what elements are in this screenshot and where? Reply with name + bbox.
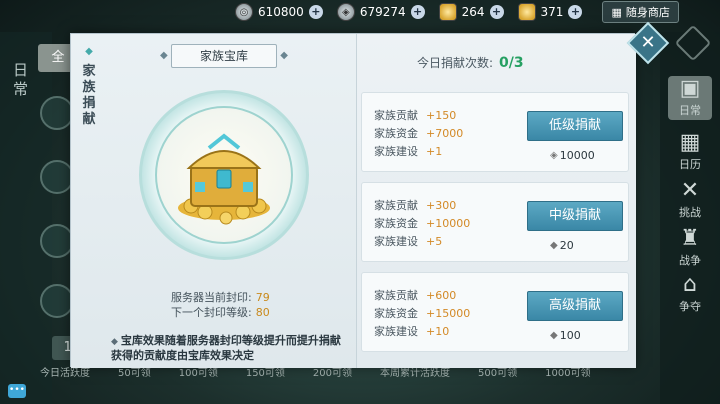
currency-silver: ◎ 610800 + xyxy=(235,3,331,21)
tier-cost: ◈ 10000 xyxy=(550,149,595,162)
add-silver-button[interactable]: + xyxy=(308,5,323,19)
today-donation-count: 今日捐献次数: 0/3 xyxy=(417,55,524,71)
menu-item-challenge[interactable]: ✕ 挑战 xyxy=(668,178,712,222)
bound-gold-icon: ◆ xyxy=(550,330,558,341)
calendar-icon: ▣ xyxy=(679,76,701,101)
vault-notice: ◆ 宝库效果随着服务器封印等级提升而提升捐献获得的贡献度由宝库效果决定 xyxy=(111,334,341,362)
menu-item-daily[interactable]: ▣ 日常 xyxy=(668,76,712,120)
vault-pane: ◆ 家族捐献 家族宝库 服务器当前封印:79 下一个封印等级:80 xyxy=(71,34,356,368)
tier-stat-row: 家族贡献 +300 xyxy=(374,199,457,212)
close-icon: ✕ xyxy=(640,32,656,53)
bound-gold-icon xyxy=(517,3,536,21)
seal-current-row: 服务器当前封印: 79 xyxy=(171,291,270,304)
vault-title: 家族宝库 xyxy=(160,44,288,68)
bound-silver-icon: ◈ xyxy=(336,3,355,21)
tier-stat-row: 家族资金 +10000 xyxy=(374,217,471,230)
tier-stat-row: 家族贡献 +600 xyxy=(374,289,457,302)
high-donation-button[interactable]: 高级捐献 xyxy=(527,291,623,321)
castle-icon: ♜ xyxy=(680,226,700,251)
tier-stat-row: 家族建设 +5 xyxy=(374,235,443,248)
swords-icon: ✕ xyxy=(680,178,700,203)
mid-donation-button[interactable]: 中级捐献 xyxy=(527,201,623,231)
donation-pane: 今日捐献次数: 0/3 家族贡献 +150 家族资金 +7000 家族建设 +1 低级捐… xyxy=(356,34,636,368)
tier-stat-row: 家族建设 +10 xyxy=(374,325,450,338)
portable-shop-button[interactable]: ▦ 随身商店 xyxy=(602,1,679,23)
tier-stat-row: 家族资金 +7000 xyxy=(374,127,464,140)
seal-info: 服务器当前封印: 79 下一个封印等级: 80 xyxy=(171,290,270,320)
donation-tier-mid: 家族贡献 +300 家族资金 +10000 家族建设 +5 中级捐献 ◆ 20 xyxy=(361,182,629,262)
diamond-icon: ◆ xyxy=(85,46,93,57)
silver-coin-icon: ◎ xyxy=(235,3,253,21)
dialog-side-title: ◆ 家族捐献 xyxy=(79,44,99,128)
tier-cost: ◆ 100 xyxy=(550,329,581,342)
menu-item-war[interactable]: ♜ 战争 xyxy=(668,226,712,270)
add-bound-silver-button[interactable]: + xyxy=(410,5,425,19)
currency-gold: 264 + xyxy=(438,3,512,21)
menu-item-contest[interactable]: ⌂ 争夺 xyxy=(668,272,712,316)
bound-gold-icon: ◆ xyxy=(550,240,558,251)
currency-bar: ◎ 610800 + ◈ 679274 + 264 + 371 + ▦ 随身商店 xyxy=(235,0,680,24)
donation-tier-high: 家族贡献 +600 家族资金 +15000 家族建设 +10 高级捐献 ◆ 100 xyxy=(361,272,629,352)
shop-icon: ▦ xyxy=(611,5,622,19)
treasure-chest-icon xyxy=(178,133,270,225)
calendar-icon: ▦ xyxy=(679,130,701,155)
background-activity-icon[interactable] xyxy=(40,160,74,194)
currency-bound-silver: ◈ 679274 + xyxy=(336,3,433,21)
bound-silver-icon: ◈ xyxy=(550,150,558,161)
add-gold-button[interactable]: + xyxy=(489,5,504,19)
donation-tier-low: 家族贡献 +150 家族资金 +7000 家族建设 +1 低级捐献 ◈ 10000 xyxy=(361,92,629,172)
family-donation-dialog: ◆ 家族捐献 家族宝库 服务器当前封印:79 下一个封印等级:80 xyxy=(70,33,636,368)
add-bound-gold-button[interactable]: + xyxy=(568,5,583,19)
seal-next-row: 下一个封印等级: 80 xyxy=(171,306,270,319)
chat-icon[interactable]: ••• xyxy=(8,384,26,398)
tier-cost: ◆ 20 xyxy=(550,239,574,252)
background-activity-icon[interactable] xyxy=(40,96,74,130)
tier-stat-row: 家族资金 +15000 xyxy=(374,307,471,320)
menu-item-calendar[interactable]: ▦ 日历 xyxy=(668,130,712,174)
background-activity-icon[interactable] xyxy=(40,224,74,258)
tier-stat-row: 家族建设 +1 xyxy=(374,145,443,158)
currency-bound-gold: 371 + xyxy=(517,3,591,21)
tier-stat-row: 家族贡献 +150 xyxy=(374,109,457,122)
background-daily-label: 日常 xyxy=(11,62,29,100)
low-donation-button[interactable]: 低级捐献 xyxy=(527,111,623,141)
gold-ingot-icon xyxy=(438,3,457,21)
background-activity-icon[interactable] xyxy=(40,284,74,318)
temple-icon: ⌂ xyxy=(683,272,697,297)
bullet-icon: ◆ xyxy=(111,337,118,347)
